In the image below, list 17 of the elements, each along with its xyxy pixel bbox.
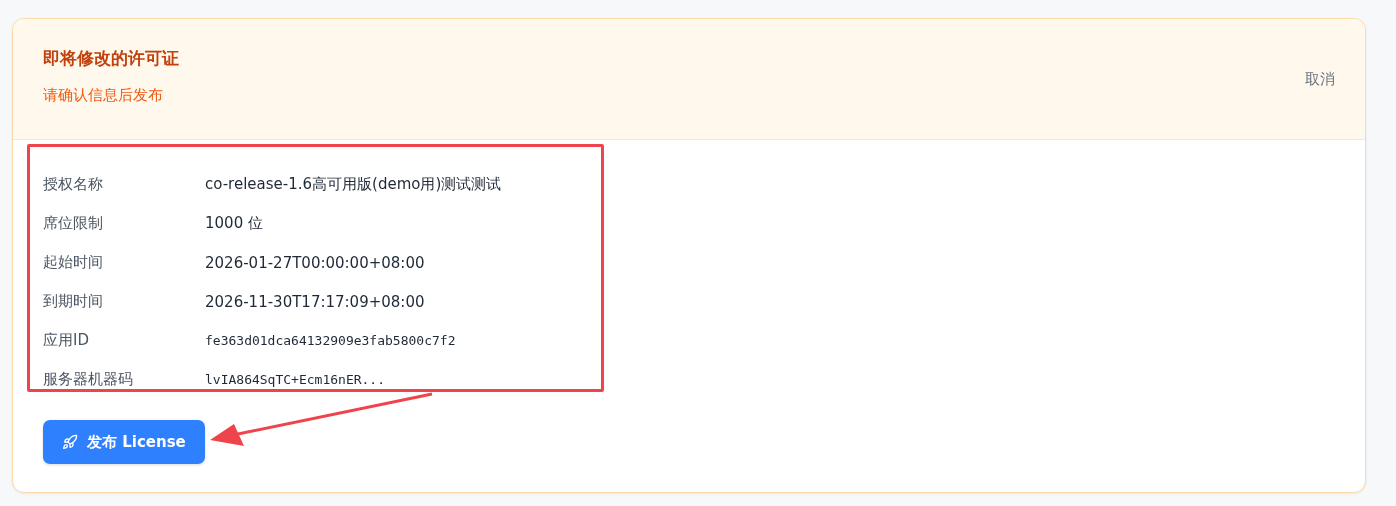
cancel-button[interactable]: 取消	[1305, 67, 1335, 91]
detail-value: fe363d01dca64132909e3fab5800c7f2	[205, 333, 456, 348]
detail-label: 席位限制	[43, 214, 104, 233]
detail-value: 2026-01-27T00:00:00+08:00	[205, 253, 425, 272]
rocket-icon	[62, 434, 78, 450]
detail-label: 到期时间	[43, 292, 104, 311]
detail-label: 应用ID	[43, 331, 90, 350]
card-title: 即将修改的许可证	[43, 47, 179, 70]
detail-value: lvIA864SqTC+Ecm16nER...	[205, 372, 385, 387]
detail-label: 授权名称	[43, 175, 104, 194]
card-subtitle: 请确认信息后发布	[43, 86, 164, 105]
detail-value: 2026-11-30T17:17:09+08:00	[205, 292, 425, 311]
detail-label: 服务器机器码	[43, 370, 134, 389]
detail-label: 起始时间	[43, 253, 104, 272]
detail-value: co-release-1.6高可用版(demo用)测试测试	[205, 175, 502, 194]
publish-button[interactable]: 发布 License	[43, 420, 205, 464]
detail-value: 1000 位	[205, 214, 263, 233]
